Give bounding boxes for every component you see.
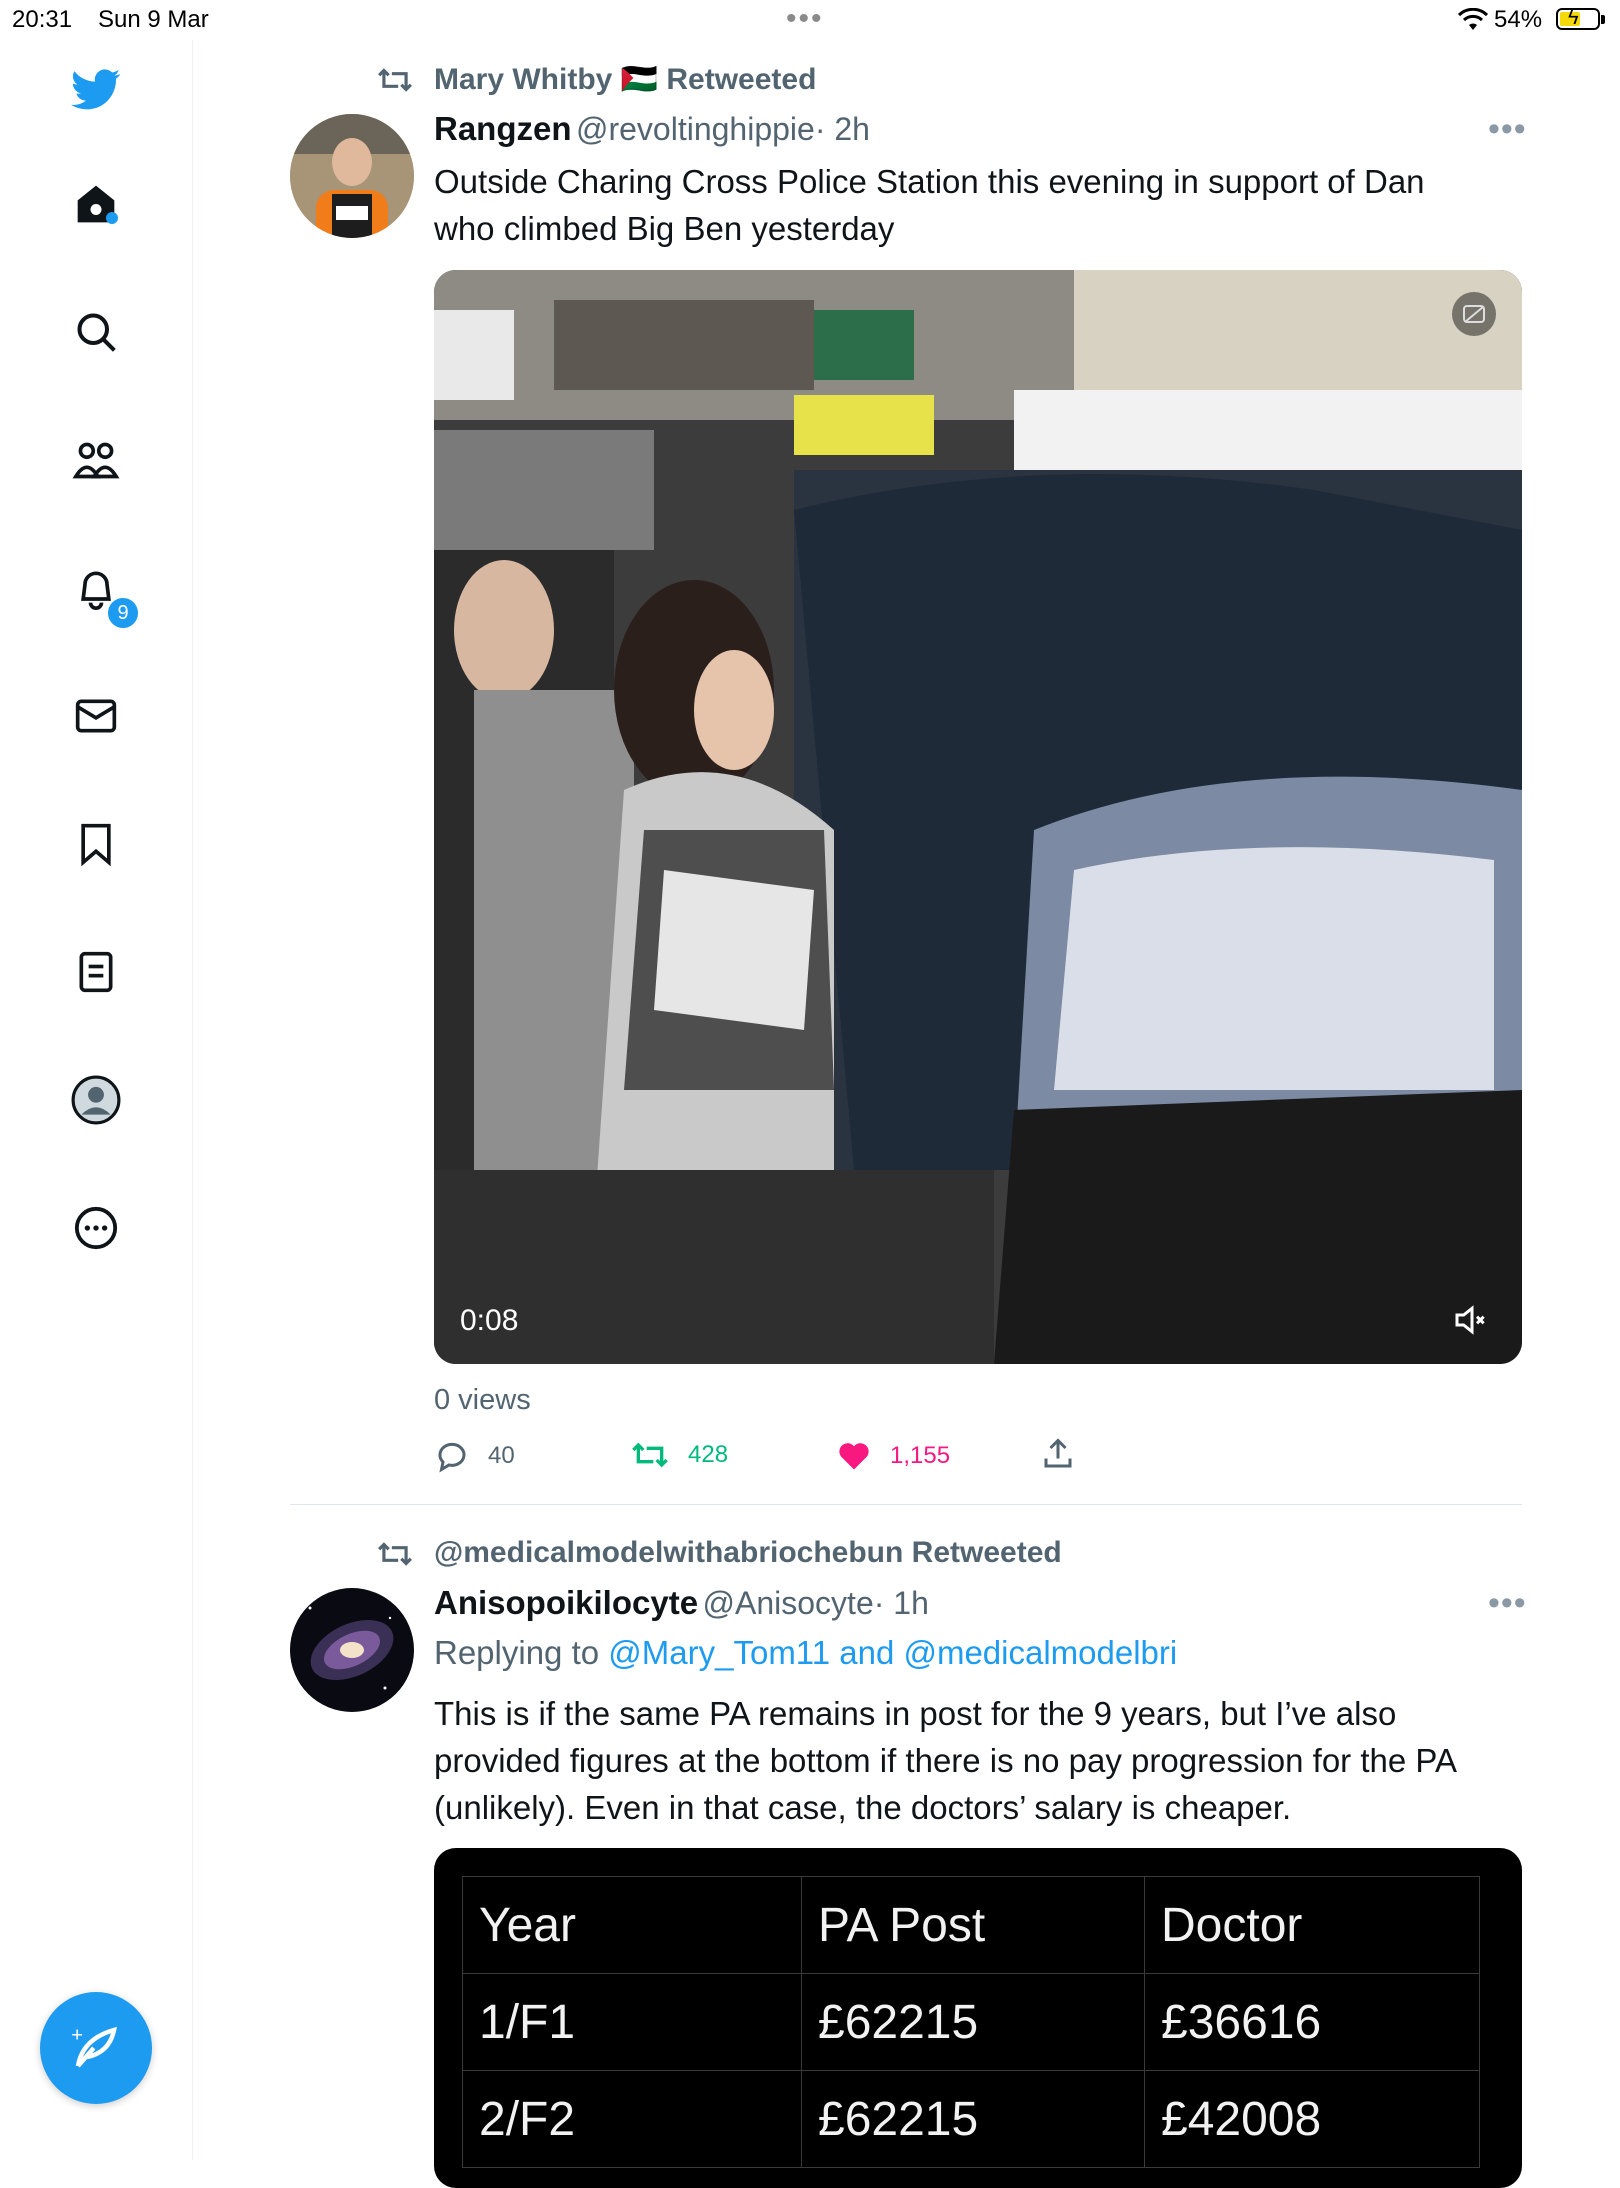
lists-icon[interactable]: [70, 946, 122, 998]
compose-feather-icon: +: [71, 2024, 117, 2068]
sidebar: 9: [0, 40, 193, 2160]
captions-icon[interactable]: [1452, 292, 1496, 336]
tweet-time[interactable]: · 2h: [815, 111, 870, 147]
tweet-text: Outside Charing Cross Police Station thi…: [434, 158, 1534, 252]
retweet-icon: [376, 64, 414, 101]
view-count: 0 views: [434, 1384, 531, 1416]
more-options-icon[interactable]: •••: [1488, 1584, 1527, 1623]
tweet-text-line: provided figures at the bottom if there …: [434, 1742, 1457, 1779]
search-icon[interactable]: [70, 306, 122, 358]
tweet-image[interactable]: Year PA Post Doctor 1/F1 £62215 £36616 2…: [434, 1848, 1522, 2188]
bookmarks-icon[interactable]: [70, 818, 122, 870]
tweet-time[interactable]: · 1h: [874, 1585, 929, 1621]
video-timestamp: 0:08: [460, 1304, 519, 1337]
reply-count: 40: [488, 1442, 515, 1469]
table-row: 2/F2 £62215 £42008: [462, 2070, 1480, 2168]
replying-to-label: Replying to: [434, 1634, 600, 1671]
author-handle[interactable]: @revoltinghippie: [576, 111, 815, 147]
status-time: 20:31: [12, 6, 73, 33]
multitasking-dots-icon[interactable]: •••: [786, 2, 824, 36]
table-header: PA Post: [801, 1876, 1145, 1974]
share-icon: [1044, 1438, 1072, 1468]
wifi-icon: [1457, 7, 1489, 37]
more-icon[interactable]: [70, 1202, 122, 1254]
author-handle[interactable]: @Anisocyte: [703, 1585, 874, 1621]
retweeted-by-label[interactable]: @medicalmodelwithabriochebun Retweeted: [434, 1536, 1062, 1570]
table-header: Doctor: [1144, 1876, 1480, 1974]
avatar[interactable]: [290, 114, 414, 238]
like-button[interactable]: 1,155: [836, 1438, 950, 1474]
communities-icon[interactable]: [70, 434, 122, 486]
mute-icon[interactable]: [1452, 1300, 1492, 1345]
retweet-button[interactable]: 428: [630, 1438, 728, 1472]
reply-button[interactable]: 40: [434, 1438, 515, 1474]
retweet-icon: [376, 1538, 414, 1575]
retweeted-by-label[interactable]: Mary Whitby 🇵🇸 Retweeted: [434, 62, 816, 97]
like-count: 1,155: [890, 1442, 951, 1469]
author-name[interactable]: Anisopoikilocyte: [434, 1584, 698, 1621]
table-header: Year: [462, 1876, 802, 1974]
retweet-count: 428: [688, 1441, 729, 1468]
more-options-icon[interactable]: •••: [1488, 110, 1527, 149]
tweet-text-line: Outside Charing Cross Police Station thi…: [434, 163, 1425, 200]
table-cell: £42008: [1144, 2070, 1480, 2168]
tweet-text-line: who climbed Big Ben yesterday: [434, 210, 895, 247]
unread-dot: [106, 212, 118, 224]
table-row: 1/F1 £62215 £36616: [462, 1973, 1480, 2071]
notifications-badge: 9: [106, 596, 140, 630]
author-name[interactable]: Rangzen: [434, 110, 572, 147]
compose-tweet-button[interactable]: +: [40, 1992, 152, 2104]
video-frame: [434, 270, 1522, 1364]
tweet-text-line: This is if the same PA remains in post f…: [434, 1695, 1397, 1732]
replying-to-users[interactable]: @Mary_Tom11 and @medicalmodelbri: [608, 1634, 1177, 1671]
tweet-divider: [290, 1504, 1522, 1505]
reply-icon: [438, 1442, 466, 1473]
salary-table: Year PA Post Doctor 1/F1 £62215 £36616 2…: [462, 1876, 1480, 2168]
status-bar: 20:31 Sun 9 Mar ••• 54% ϟ: [0, 0, 1620, 40]
table-cell: 2/F2: [462, 2070, 802, 2168]
table-cell: 1/F1: [462, 1973, 802, 2071]
twitter-bird-icon[interactable]: [70, 64, 122, 116]
retweet-icon: [632, 1442, 668, 1468]
table-header-row: Year PA Post Doctor: [462, 1876, 1480, 1974]
tweet-video[interactable]: 0:08: [434, 270, 1522, 1364]
battery-percentage: 54%: [1494, 6, 1543, 33]
share-button[interactable]: [1040, 1436, 1076, 1472]
avatar[interactable]: [290, 1588, 414, 1712]
battery-icon: ϟ: [1556, 7, 1600, 30]
tweet-text-line: (unlikely). Even in that case, the docto…: [434, 1789, 1292, 1826]
heart-icon: [839, 1443, 869, 1470]
tweet-text: This is if the same PA remains in post f…: [434, 1690, 1534, 1831]
table-cell: £62215: [801, 2070, 1145, 2168]
table-cell: £62215: [801, 1973, 1145, 2071]
messages-icon[interactable]: [70, 690, 122, 742]
profile-icon[interactable]: [70, 1074, 122, 1126]
replying-to: Replying to @Mary_Tom11 and @medicalmode…: [434, 1634, 1177, 1672]
status-date: Sun 9 Mar: [98, 6, 209, 33]
table-cell: £36616: [1144, 1973, 1480, 2071]
svg-text:+: +: [71, 2024, 83, 2046]
